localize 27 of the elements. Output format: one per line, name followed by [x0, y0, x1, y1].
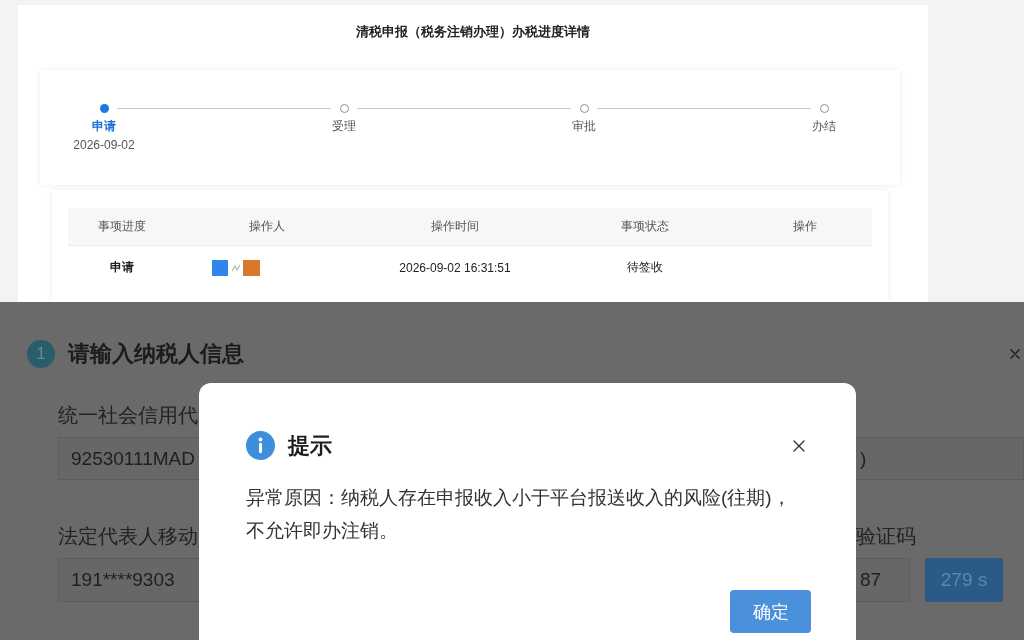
field-label: 验证码: [856, 524, 917, 549]
code-input-field[interactable]: 87: [856, 558, 910, 602]
step-label: 办结: [812, 118, 836, 135]
field-label: 统一社会信用代: [58, 403, 199, 428]
input-field[interactable]: 92530111MAD: [58, 437, 199, 480]
input-field[interactable]: 191****9303: [58, 558, 199, 602]
field-label: 法定代表人移动: [58, 524, 199, 549]
table-cell-text: 待签收: [626, 259, 664, 276]
info-icon: [246, 431, 275, 460]
column-header: 事项进度: [97, 218, 147, 235]
table-cell-text: 申请: [109, 259, 135, 276]
step-date: 2026-09-02: [73, 137, 135, 153]
page-title: 清税申报（税务注销办理）办税进度详情: [356, 23, 590, 41]
step-label: 受理: [332, 118, 356, 135]
column-header: 操作时间: [430, 218, 480, 235]
dialog-message: 异常原因：纳税人存在申报收入小于平台报送收入的风险(往期)，不允许即办注销。: [246, 486, 791, 543]
table-cell-text: 2026-09-02 16:31:51: [398, 259, 512, 277]
dialog-title: 提示: [288, 431, 332, 460]
step-label: 审批: [572, 118, 596, 135]
form-title: 请输入纳税人信息: [68, 340, 244, 368]
close-icon[interactable]: [793, 439, 805, 452]
input-field[interactable]: ): [856, 437, 1024, 480]
column-header: 事项状态: [620, 218, 670, 235]
step-label: 申请: [92, 118, 116, 135]
column-header: 操作: [792, 218, 818, 235]
column-header: 操作人: [248, 218, 286, 235]
confirm-button[interactable]: 确定: [730, 590, 811, 633]
